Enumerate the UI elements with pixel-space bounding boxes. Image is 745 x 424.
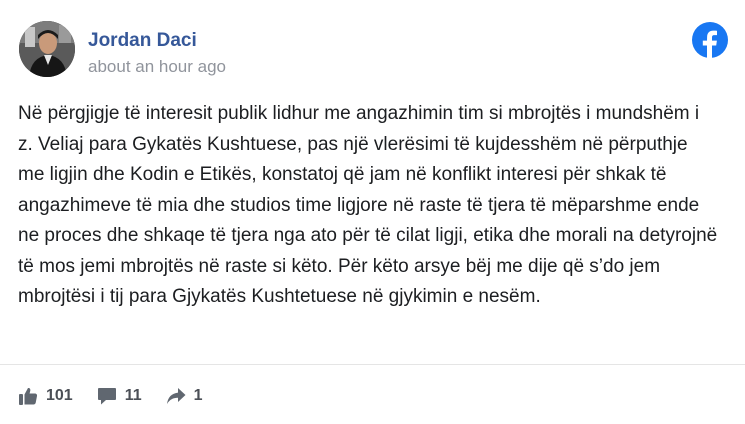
comment-bubble-icon (97, 388, 116, 405)
comments-count: 11 (124, 387, 142, 404)
post-body-text: Në përgjigje të interesit publik lidhur … (18, 103, 718, 307)
shares-count: 1 (193, 387, 203, 404)
author-name[interactable]: Jordan Daci (88, 30, 197, 52)
facebook-logo-icon[interactable] (692, 22, 728, 58)
comments-stat[interactable]: 11 (97, 386, 142, 406)
engagement-stats: 101 11 1 (18, 382, 227, 410)
share-arrow-icon (166, 388, 186, 404)
stats-divider (0, 364, 745, 365)
facebook-post-card: Jordan Daci about an hour ago Në përgjig… (0, 0, 745, 424)
likes-stat[interactable]: 101 (18, 386, 73, 406)
author-avatar[interactable] (19, 21, 75, 77)
thumbs-up-icon (19, 387, 38, 405)
avatar-photo (19, 21, 75, 77)
likes-count: 101 (46, 387, 73, 404)
post-header: Jordan Daci about an hour ago (19, 21, 745, 81)
post-timestamp[interactable]: about an hour ago (88, 57, 226, 77)
shares-stat[interactable]: 1 (166, 386, 203, 406)
